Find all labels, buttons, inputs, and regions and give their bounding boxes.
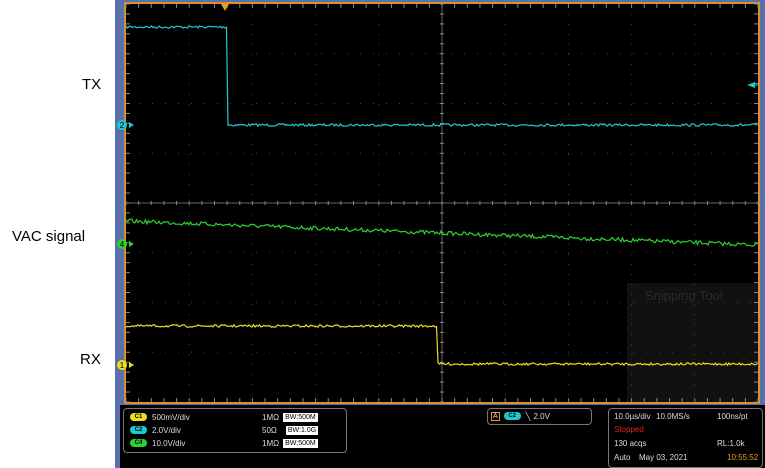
tx-label: TX (82, 76, 102, 93)
waveform-display: 2 4 1 (115, 0, 765, 405)
time: 10:55:52 (727, 452, 759, 462)
status-panel: C1 500mV/div 1MΩ BW:500M C2 2.0V/div 50Ω… (120, 405, 765, 468)
falling-edge-icon: ╲ (525, 411, 531, 421)
resolution: 100ns/pt (717, 411, 748, 421)
vac-signal-label: VAC signal (12, 228, 86, 245)
c1-chip: C1 (130, 413, 147, 421)
acquisition-count: 130 acqs (614, 438, 647, 448)
record-length: RL:1.0k (717, 438, 745, 448)
trigger-source-chip: C2 (503, 412, 521, 420)
trigger-level: 2.0V (533, 411, 550, 421)
channel-settings-box: C1 500mV/div 1MΩ BW:500M C2 2.0V/div 50Ω… (123, 408, 347, 453)
ch1-marker-label: 1 (120, 361, 125, 370)
acquisition-status: Stopped (614, 424, 644, 434)
channel-row-c1[interactable]: C1 500mV/div 1MΩ BW:500M (130, 411, 318, 423)
c4-impedance: 1MΩ (262, 438, 280, 448)
c2-chip: C2 (130, 426, 147, 434)
oscilloscope-screenshot: 2 4 1 Snipping Tool C1 500mV/div 1MΩ BW:… (115, 0, 765, 468)
ch2-marker-label: 2 (120, 121, 125, 130)
channel-row-c2[interactable]: C2 2.0V/div 50Ω BW:1.0G (130, 424, 319, 436)
c1-bandwidth: BW:500M (283, 412, 318, 422)
channel-row-c4[interactable]: C4 10.0V/div 1MΩ BW:500M (130, 437, 318, 449)
c1-scale: 500mV/div (152, 412, 190, 422)
rx-label: RX (80, 351, 101, 368)
c4-scale: 10.0V/div (152, 438, 186, 448)
date: May 03, 2021 (639, 452, 688, 462)
c1-impedance: 1MΩ (262, 412, 280, 422)
sample-rate: 10.0MS/s (656, 411, 690, 421)
timebase: 10.0µs/div (614, 411, 651, 421)
c4-bandwidth: BW:500M (283, 438, 318, 448)
snipping-tool-watermark: Snipping Tool (645, 288, 723, 303)
ch4-marker-label: 4 (120, 240, 125, 249)
trigger-mode-icon: A (491, 411, 500, 421)
trigger-mode: Auto (614, 452, 631, 462)
trigger-settings-box[interactable]: A C2 ╲ 2.0V (487, 408, 592, 425)
c2-bandwidth: BW:1.0G (285, 425, 319, 435)
acquisition-box[interactable]: 10.0µs/div 10.0MS/s 100ns/pt Stopped 130 a… (608, 408, 763, 468)
c2-impedance: 50Ω (262, 425, 277, 435)
c4-chip: C4 (130, 439, 147, 447)
c2-scale: 2.0V/div (152, 425, 181, 435)
